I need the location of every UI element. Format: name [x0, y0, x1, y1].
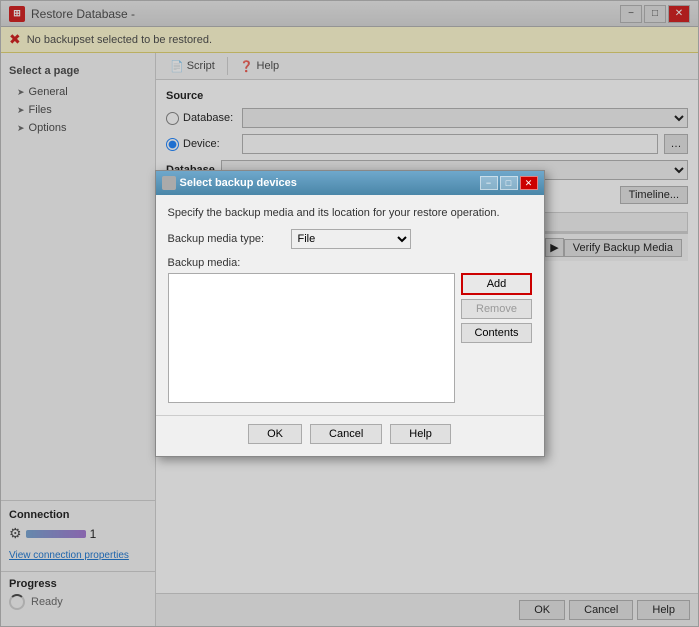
dialog-minimize-button[interactable]: − — [480, 176, 498, 190]
dialog-title-text: Select backup devices — [180, 177, 297, 189]
dialog-description: Specify the backup media and its locatio… — [168, 207, 532, 219]
dialog-icon — [162, 176, 176, 190]
dialog-ok-button[interactable]: OK — [248, 424, 302, 444]
backup-media-list[interactable] — [168, 273, 456, 403]
backup-media-type-label: Backup media type: — [168, 233, 283, 245]
backup-media-area: Add Remove Contents — [168, 273, 532, 403]
backup-media-label: Backup media: — [168, 257, 532, 269]
dialog-help-button[interactable]: Help — [390, 424, 451, 444]
dialog-body: Specify the backup media and its locatio… — [156, 195, 544, 415]
dialog-overlay: Select backup devices − □ ✕ Specify the … — [1, 1, 698, 626]
main-window: ⊞ Restore Database - − □ ✕ ✖ No backupse… — [0, 0, 699, 627]
select-backup-devices-dialog: Select backup devices − □ ✕ Specify the … — [155, 170, 545, 457]
contents-button[interactable]: Contents — [461, 323, 531, 343]
dialog-title-bar: Select backup devices − □ ✕ — [156, 171, 544, 195]
dialog-title-left: Select backup devices — [162, 176, 297, 190]
dialog-title-controls: − □ ✕ — [480, 176, 538, 190]
dialog-footer: OK Cancel Help — [156, 415, 544, 456]
add-media-button[interactable]: Add — [461, 273, 531, 295]
backup-media-type-select[interactable]: File Tape URL — [291, 229, 411, 249]
media-buttons: Add Remove Contents — [461, 273, 531, 403]
dialog-close-button[interactable]: ✕ — [520, 176, 538, 190]
dialog-cancel-button[interactable]: Cancel — [310, 424, 382, 444]
backup-media-type-row: Backup media type: File Tape URL — [168, 229, 532, 249]
dialog-maximize-button[interactable]: □ — [500, 176, 518, 190]
remove-media-button[interactable]: Remove — [461, 299, 531, 319]
